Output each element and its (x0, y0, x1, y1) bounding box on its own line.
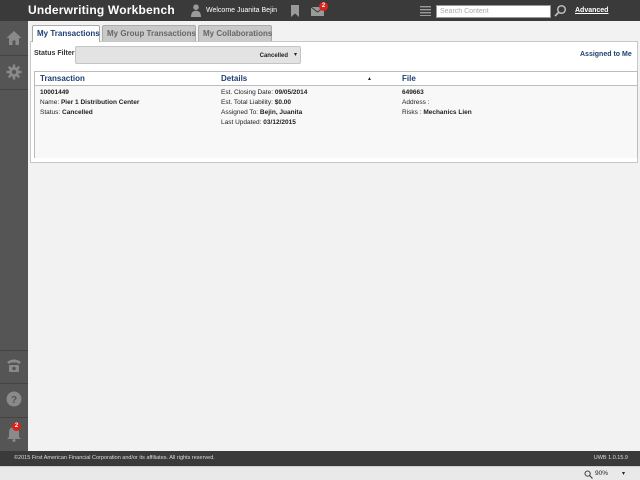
home-icon[interactable] (6, 30, 22, 46)
app-title: Underwriting Workbench (28, 3, 175, 17)
phone-icon[interactable] (6, 357, 22, 373)
list-icon[interactable] (420, 5, 431, 16)
tab-my-collaborations[interactable]: My Collaborations (198, 25, 272, 41)
bookmark-icon[interactable] (290, 5, 300, 17)
top-bar: Underwriting Workbench Welcome Juanita B… (0, 0, 640, 21)
table-header: Transaction Details ▲ File (35, 72, 637, 86)
user-icon (191, 4, 201, 17)
status-filter-select[interactable]: Cancelled ▾ (75, 46, 301, 64)
assigned-to-me-link[interactable]: Assigned to Me (580, 51, 632, 58)
notification-badge: 2 (12, 422, 21, 431)
footer: ©2015 First American Financial Corporati… (0, 451, 640, 466)
file-address: Address : (402, 99, 430, 106)
column-header-details[interactable]: Details (221, 74, 247, 83)
chevron-down-icon: ▾ (293, 52, 297, 58)
est-total-liability: Est. Total Liability: $0.00 (221, 99, 291, 106)
status-filter-value: Cancelled (259, 53, 288, 59)
transactions-table: Transaction Details ▲ File 10001449 Name… (34, 71, 638, 158)
tab-my-transactions[interactable]: My Transactions (32, 25, 100, 42)
transactions-panel: Status Filter: Cancelled ▾ Assigned to M… (30, 41, 638, 163)
mail-badge: 2 (319, 2, 328, 11)
sidebar-divider (0, 89, 28, 90)
main-content: My Transactions My Group Transactions My… (28, 21, 640, 451)
search-icon[interactable] (554, 4, 567, 17)
column-header-file[interactable]: File (402, 74, 416, 83)
copyright-text: ©2015 First American Financial Corporati… (14, 455, 215, 461)
sidebar-divider (0, 55, 28, 56)
zoom-icon[interactable] (584, 470, 593, 479)
help-icon[interactable]: ? (6, 391, 22, 407)
file-number[interactable]: 649663 (402, 88, 424, 98)
gear-icon[interactable] (6, 64, 22, 80)
advanced-search-link[interactable]: Advanced (575, 7, 608, 14)
sidebar-divider (0, 417, 28, 418)
svg-text:?: ? (11, 395, 17, 406)
status-filter-label: Status Filter: (34, 50, 77, 57)
est-closing-date: Est. Closing Date: 09/05/2014 (221, 89, 308, 96)
file-risks: Risks : Mechanics Lien (402, 109, 472, 116)
assigned-to: Assigned To: Bejin, Juanita (221, 109, 303, 116)
browser-status-bar: 90% ▾ (0, 466, 640, 480)
zoom-level[interactable]: 90% (595, 470, 608, 477)
tab-my-group-transactions[interactable]: My Group Transactions (102, 25, 196, 41)
table-row[interactable]: 10001449 Name: Pier 1 Distribution Cente… (35, 86, 637, 158)
transaction-id[interactable]: 10001449 (40, 88, 69, 98)
chevron-down-icon[interactable]: ▾ (622, 470, 625, 477)
transaction-status: Status: Cancelled (40, 109, 93, 116)
sort-ascending-icon[interactable]: ▲ (367, 76, 372, 82)
last-updated: Last Updated: 03/12/2015 (221, 119, 296, 126)
transaction-name: Name: Pier 1 Distribution Center (40, 99, 140, 106)
sidebar-divider (0, 350, 28, 351)
column-header-transaction[interactable]: Transaction (40, 74, 85, 83)
sidebar-divider (0, 383, 28, 384)
welcome-text: Welcome Juanita Bejin (206, 7, 278, 14)
search-input[interactable] (436, 5, 551, 18)
version-text: UWB 1.0.15.9 (593, 455, 628, 461)
left-sidebar: ? 2 (0, 21, 28, 451)
